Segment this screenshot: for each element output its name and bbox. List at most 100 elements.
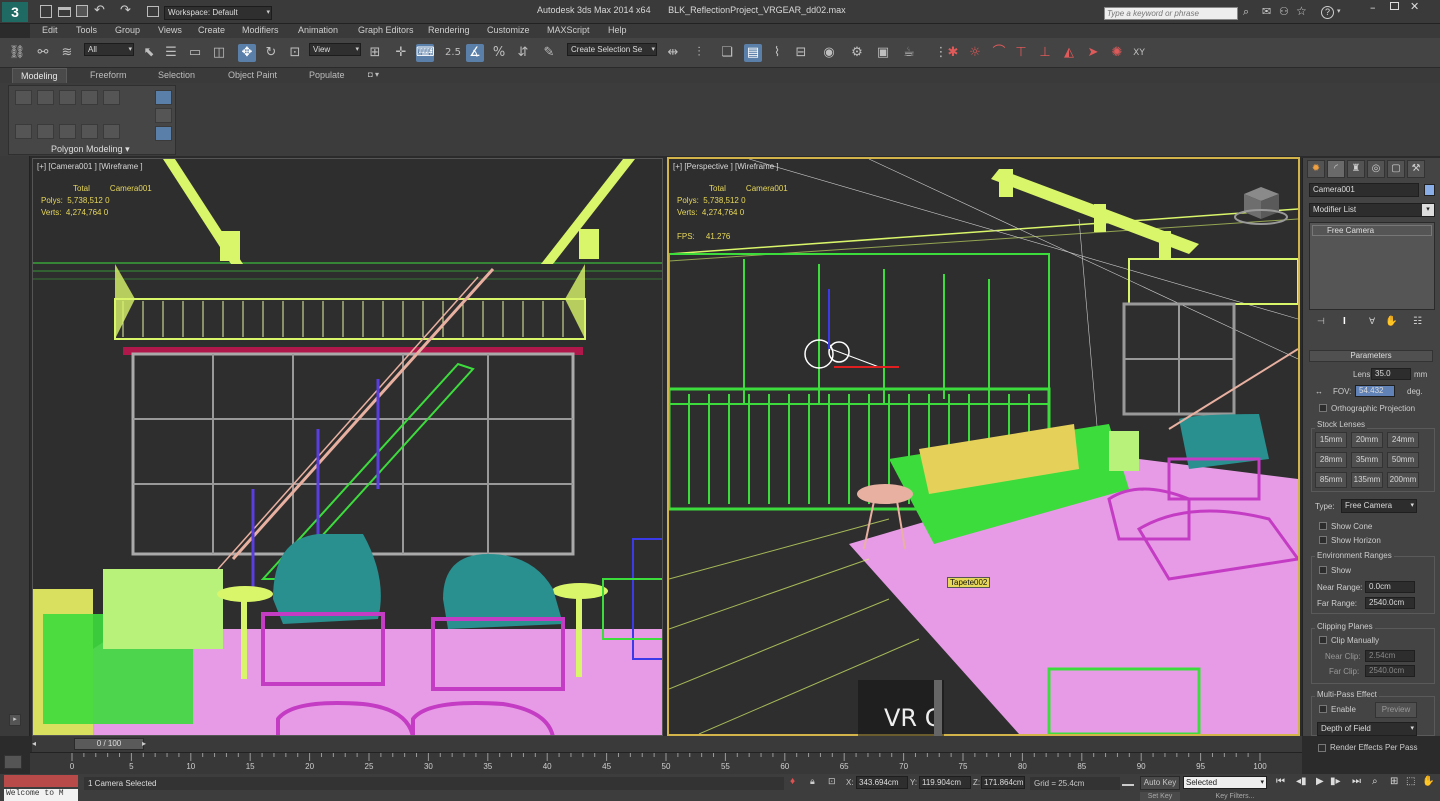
time-slider-next-icon[interactable]: ▸ — [142, 739, 146, 748]
vray-ies-light-icon[interactable]: ⊤ — [1012, 44, 1030, 62]
lens-85mm-button[interactable]: 85mm — [1315, 472, 1347, 488]
help-dropdown-icon[interactable]: ▾ — [1337, 7, 1341, 15]
tab-freeform[interactable]: Freeform — [90, 70, 127, 80]
layer-manager-icon[interactable]: ❏ — [718, 44, 736, 62]
x-coordinate-field[interactable]: 343.694cm — [856, 776, 908, 789]
menu-animation[interactable]: Animation — [298, 25, 338, 35]
pivot-center-icon[interactable]: ⊞ — [366, 44, 384, 62]
schematic-view-icon[interactable]: ⊟ — [792, 44, 810, 62]
rectangular-selection-icon[interactable]: ▭ — [186, 44, 204, 62]
snaps-toggle-icon[interactable]: 2.5 — [444, 44, 462, 62]
motion-tab-icon[interactable]: ◎ — [1367, 160, 1385, 178]
pan-view-icon[interactable]: ✋ — [1422, 776, 1434, 787]
angle-snap-icon[interactable]: ∡ — [466, 44, 484, 62]
isolate-selection-icon[interactable]: ♦ — [790, 776, 795, 787]
vray-sun-icon[interactable]: ☼ — [966, 44, 984, 62]
ribbon-shrink-icon[interactable] — [37, 124, 54, 139]
select-and-link-icon[interactable]: ⛓ — [8, 44, 26, 62]
select-and-move-icon[interactable]: ✥ — [238, 44, 256, 62]
next-frame-icon[interactable]: ▮▸ — [1330, 776, 1341, 787]
ribbon-minimize-icon[interactable]: ◘ ▾ — [368, 70, 379, 79]
track-bar[interactable]: 0 5 10 15 20 25 30 35 40 45 50 55 60 65 70 75 80 85 90 95 10… — [4, 752, 1302, 774]
key-filters-button[interactable]: Key Filters... — [1205, 792, 1265, 801]
menu-help[interactable]: Help — [608, 25, 627, 35]
manipulate-icon[interactable]: ✛ — [392, 44, 410, 62]
ribbon-grow-icon[interactable] — [15, 124, 32, 139]
tab-populate[interactable]: Populate — [309, 70, 345, 80]
render-production-icon[interactable]: ☕ — [900, 44, 918, 62]
time-slider-thumb[interactable]: 0 / 100 — [74, 738, 144, 750]
app-logo-icon[interactable]: 3 — [2, 2, 28, 22]
ribbon-show-end-icon[interactable] — [155, 108, 172, 123]
vray-xy-icon[interactable]: XY — [1130, 44, 1148, 62]
display-tab-icon[interactable]: ▢ — [1387, 160, 1405, 178]
object-name-field[interactable]: Camera001 — [1309, 183, 1419, 197]
spinner-snap-icon[interactable]: ⇵ — [514, 44, 532, 62]
graphite-toolset-icon[interactable]: ▤ — [744, 44, 762, 62]
add-time-tag-icon[interactable] — [1122, 780, 1134, 786]
near-clip-spinner[interactable]: 2.54cm — [1365, 650, 1415, 662]
communication-center-icon[interactable]: ✉ — [1262, 5, 1271, 18]
create-tab-icon[interactable]: ✹ — [1307, 160, 1325, 178]
connect-icon[interactable]: ⚇ — [1279, 5, 1289, 18]
select-and-rotate-icon[interactable]: ↻ — [262, 44, 280, 62]
favorites-star-icon[interactable]: ☆ — [1296, 4, 1307, 18]
lens-200mm-button[interactable]: 200mm — [1387, 472, 1419, 488]
ribbon-preserve-uvs-icon[interactable] — [103, 124, 120, 139]
search-binoculars-icon[interactable]: ⌕ — [1243, 5, 1249, 19]
zoom-extents-icon[interactable]: ⊞ — [1390, 776, 1398, 787]
selection-filter-dropdown[interactable]: All ▾ — [84, 43, 134, 56]
quick-access-open-icon[interactable] — [58, 7, 71, 17]
material-editor-icon[interactable]: ◉ — [820, 44, 838, 62]
set-key-button[interactable]: Set Key — [1140, 792, 1180, 801]
workspace-dropdown[interactable]: Workspace: Default ▾ — [164, 6, 272, 20]
go-to-end-icon[interactable]: ⏭ — [1352, 776, 1361, 787]
project-folder-icon[interactable] — [147, 6, 159, 17]
bind-space-warp-icon[interactable]: ≋ — [58, 44, 76, 62]
redo-icon[interactable]: ↷ — [120, 3, 131, 18]
camera-viewport-label[interactable]: [+] [Camera001 ] [Wireframe ] — [37, 162, 143, 171]
lens-20mm-button[interactable]: 20mm — [1351, 432, 1383, 448]
maxscript-listener-text[interactable]: Welcome to M — [4, 789, 78, 801]
menu-maxscript[interactable]: MAXScript — [547, 25, 590, 35]
maxscript-listener[interactable] — [4, 775, 78, 787]
hierarchy-tab-icon[interactable]: ♜ — [1347, 160, 1365, 178]
show-cone-checkbox[interactable] — [1319, 522, 1327, 530]
ribbon-edit-edge-icon[interactable] — [37, 90, 54, 105]
lens-15mm-button[interactable]: 15mm — [1315, 432, 1347, 448]
stack-item-free-camera[interactable]: Free Camera — [1312, 225, 1432, 236]
ribbon-edit-border-icon[interactable] — [59, 90, 76, 105]
z-coordinate-field[interactable]: 171.864cm — [981, 776, 1025, 789]
ribbon-ring-icon[interactable] — [59, 124, 76, 139]
menu-modifiers[interactable]: Modifiers — [242, 25, 279, 35]
help-icon[interactable]: ? — [1321, 6, 1334, 19]
far-clip-spinner[interactable]: 2540.0cm — [1365, 665, 1415, 677]
vray-physical-camera-icon[interactable]: ◭ — [1060, 44, 1078, 62]
auto-key-button[interactable]: Auto Key — [1140, 776, 1180, 790]
menu-edit[interactable]: Edit — [42, 25, 58, 35]
effect-type-dropdown[interactable]: Depth of Field ▾ — [1317, 722, 1417, 736]
configure-modifier-sets-icon[interactable]: ☷ — [1413, 316, 1422, 327]
ribbon-edit-polygon-icon[interactable] — [81, 90, 98, 105]
mini-curve-editor-icon[interactable] — [4, 755, 22, 769]
named-selection-sets-dropdown[interactable]: Create Selection Se ▾ — [567, 43, 657, 56]
viewcube[interactable] — [1239, 184, 1285, 224]
go-to-start-icon[interactable]: ⏮ — [1276, 776, 1285, 787]
vray-light-icon[interactable]: ✱ — [944, 44, 962, 62]
fov-direction-icon[interactable]: ↔ — [1315, 387, 1323, 396]
perspective-viewport-label[interactable]: [+] [Perspective ] [Wireframe ] — [673, 162, 779, 171]
quick-access-new-icon[interactable] — [40, 5, 52, 18]
tab-object-paint[interactable]: Object Paint — [228, 70, 277, 80]
vray-fur-icon[interactable]: ✺ — [1108, 44, 1126, 62]
scroll-right-icon[interactable]: ▸ — [9, 714, 21, 726]
perspective-viewport[interactable]: [+] [Perspective ] [Wireframe ] Total Ca… — [667, 157, 1300, 736]
close-icon[interactable]: ✕ — [1410, 0, 1419, 13]
vray-proxy-icon[interactable]: ⊥ — [1036, 44, 1054, 62]
undo-icon[interactable]: ↶ — [94, 3, 105, 18]
multi-pass-enable-checkbox[interactable] — [1319, 705, 1327, 713]
menu-group[interactable]: Group — [115, 25, 140, 35]
far-range-spinner[interactable]: 2540.0cm — [1365, 597, 1415, 609]
edit-named-selection-icon[interactable]: ✎ — [540, 44, 558, 62]
rendered-frame-window-icon[interactable]: ▣ — [874, 44, 892, 62]
maximize-icon[interactable] — [1390, 2, 1399, 10]
